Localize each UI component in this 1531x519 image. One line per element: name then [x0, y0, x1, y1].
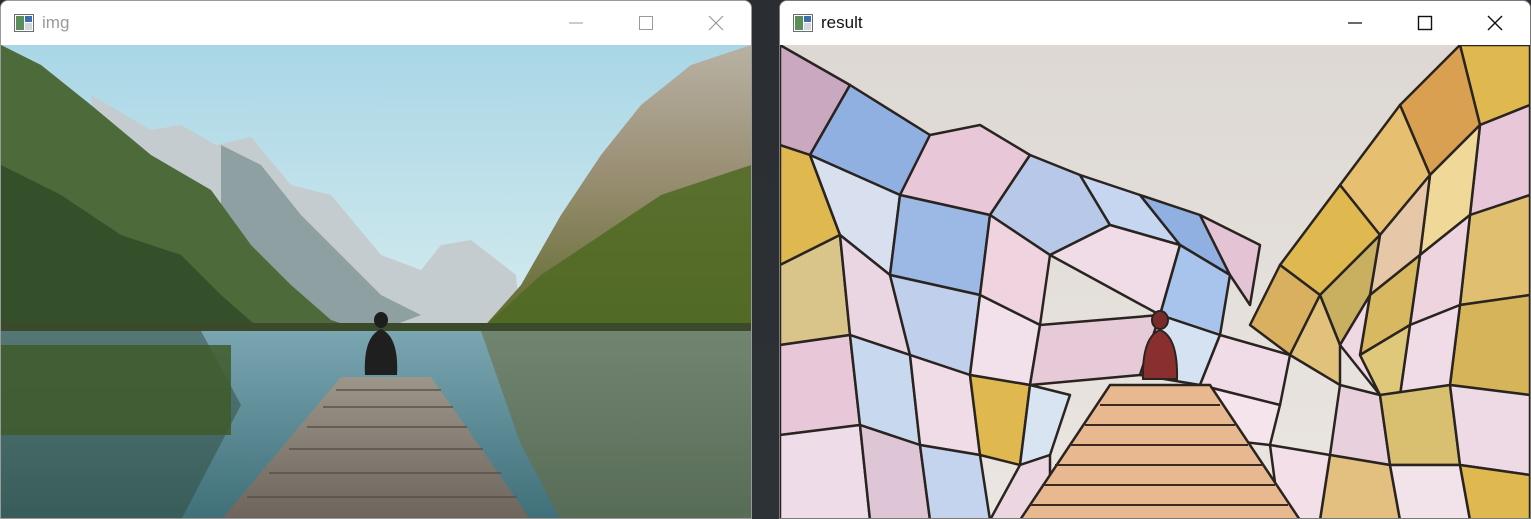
close-icon: [708, 15, 724, 31]
minimize-button[interactable]: [1320, 1, 1390, 45]
close-button[interactable]: [1460, 1, 1530, 45]
image-window-result[interactable]: result: [779, 0, 1531, 519]
maximize-icon: [639, 16, 653, 30]
close-icon: [1487, 15, 1503, 31]
lake-landscape-photo: [1, 45, 751, 518]
image-canvas-result: [780, 45, 1530, 518]
maximize-icon: [1417, 15, 1433, 31]
maximize-button[interactable]: [611, 1, 681, 45]
close-button[interactable]: [681, 1, 751, 45]
window-title: img: [42, 13, 70, 32]
window-title: result: [821, 13, 863, 32]
titlebar[interactable]: result: [780, 1, 1530, 45]
image-canvas-original: [1, 45, 751, 518]
image-window-icon: [14, 14, 34, 32]
image-window-original[interactable]: img: [0, 0, 752, 519]
window-controls: [541, 1, 751, 45]
minimize-icon: [569, 22, 583, 24]
window-controls: [1320, 1, 1530, 45]
stained-glass-stylized-photo: [780, 45, 1530, 518]
image-window-icon: [793, 14, 813, 32]
desktop: img result: [0, 0, 1531, 519]
minimize-icon: [1348, 22, 1362, 24]
titlebar[interactable]: img: [1, 1, 751, 45]
maximize-button[interactable]: [1390, 1, 1460, 45]
minimize-button[interactable]: [541, 1, 611, 45]
